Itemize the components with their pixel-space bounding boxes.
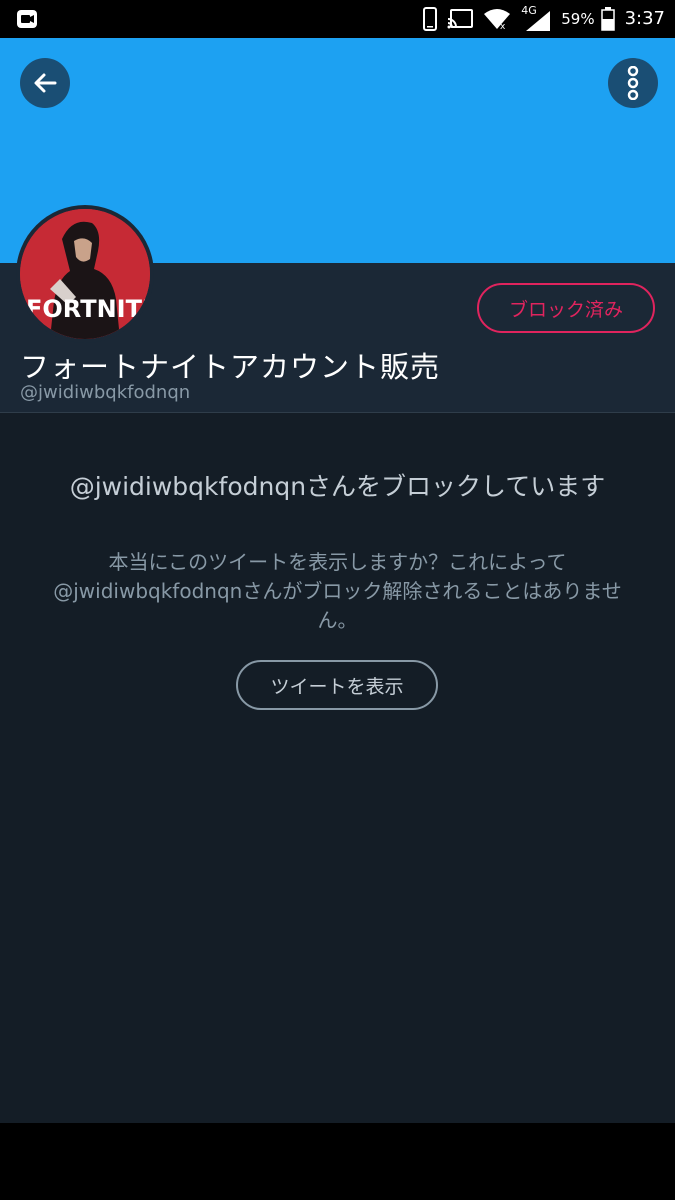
- clock: 3:37: [624, 8, 665, 29]
- back-button[interactable]: [20, 58, 70, 108]
- arrow-left-icon: [34, 73, 57, 93]
- signal-indicator: 4G: [521, 0, 551, 38]
- user-handle: @jwidiwbqkfodnqn: [20, 382, 191, 403]
- status-icons: x 4G 59% 3:37: [423, 0, 665, 38]
- status-bar: x 4G 59% 3:37: [0, 0, 675, 38]
- profile-screen: x 4G 59% 3:37 FORTNITE ブロック済み フォートナイトアカウ…: [0, 0, 675, 1200]
- app-notification-icon: [17, 10, 37, 28]
- avatar-picture: FORTNITE: [20, 209, 150, 339]
- phone-icon: [423, 7, 438, 31]
- cast-icon: [447, 9, 474, 29]
- navigation-bar: [0, 1123, 675, 1200]
- svg-text:x: x: [500, 22, 506, 30]
- more-options-button[interactable]: [608, 58, 658, 108]
- avatar[interactable]: FORTNITE: [16, 205, 154, 343]
- battery-icon: [600, 7, 615, 31]
- wifi-icon: x: [484, 9, 511, 30]
- signal-icon: [526, 11, 551, 31]
- blocked-notice-title: @jwidiwbqkfodnqnさんをブロックしています: [69, 472, 606, 501]
- battery-percent: 59%: [561, 10, 595, 28]
- display-name: フォートナイトアカウント販売: [20, 350, 441, 384]
- show-tweets-button[interactable]: ツイートを表示: [236, 660, 438, 710]
- avatar-text: FORTNITE: [26, 295, 150, 323]
- divider: [0, 412, 675, 413]
- blocked-button[interactable]: ブロック済み: [477, 283, 655, 333]
- more-vertical-icon: [627, 66, 639, 100]
- avatar-image: FORTNITE: [20, 209, 150, 339]
- blocked-notice-body: 本当にこのツイートを表示しますか？これによって@jwidiwbqkfodnqnさ…: [53, 550, 622, 632]
